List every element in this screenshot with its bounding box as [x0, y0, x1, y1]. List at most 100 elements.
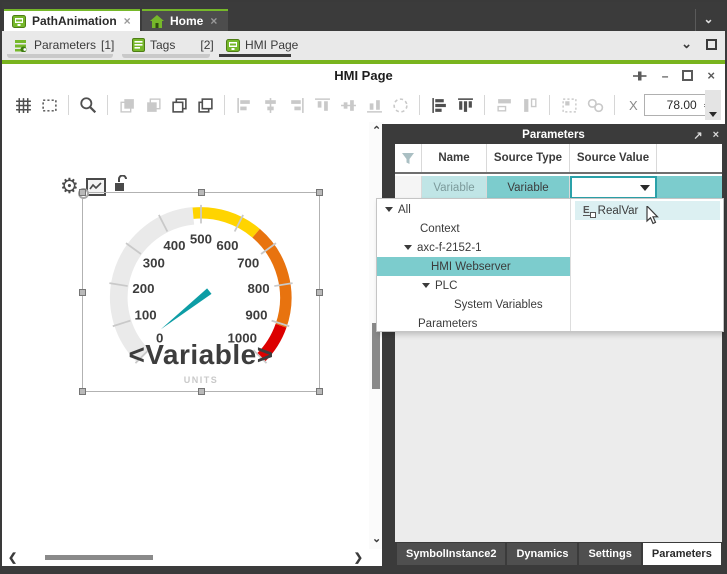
- tab-badge: [1]: [101, 38, 114, 52]
- tab-label: Parameters: [34, 38, 96, 52]
- table-row[interactable]: Variable Variable: [395, 176, 722, 199]
- align-center-icon[interactable]: [258, 93, 282, 117]
- horizontal-scroll-thumb[interactable]: [45, 555, 153, 560]
- context-tree: All Context axc-f-2152-1 HMI Webserver P…: [377, 199, 571, 331]
- canvas-horizontal-scrollbar[interactable]: ❮ ❯: [2, 549, 369, 566]
- cell-empty[interactable]: [657, 176, 722, 199]
- hmi-page-icon: [226, 39, 240, 52]
- tree-item-axc-f-2152-1[interactable]: axc-f-2152-1: [377, 238, 570, 257]
- tab-parameters-bottom[interactable]: Parameters: [643, 543, 721, 565]
- tree-item-system-variables[interactable]: System Variables: [377, 295, 570, 314]
- selection-area-icon[interactable]: [37, 93, 61, 117]
- tab-settings[interactable]: Settings: [579, 543, 640, 565]
- rotate-icon[interactable]: [388, 93, 412, 117]
- distribute-vertical-icon[interactable]: [453, 93, 477, 117]
- tab-pathanimation[interactable]: PathAnimation ×: [4, 9, 140, 31]
- close-icon[interactable]: ×: [209, 14, 218, 28]
- tab-dynamics[interactable]: Dynamics: [507, 543, 577, 565]
- close-panel-icon[interactable]: ×: [713, 129, 719, 141]
- column-header-source-type[interactable]: Source Type: [487, 144, 570, 172]
- tab-label: Tags: [150, 38, 175, 52]
- tab-overflow-chevron-icon[interactable]: ⌄: [695, 9, 721, 31]
- page-title: HMI Page: [2, 68, 725, 83]
- variable-name: RealVar: [598, 205, 639, 217]
- undock-panel-icon[interactable]: ↗: [693, 129, 702, 142]
- tree-item-parameters[interactable]: Parameters: [377, 314, 570, 333]
- scroll-left-icon[interactable]: ❮: [8, 551, 17, 564]
- filter-funnel-icon[interactable]: [395, 144, 422, 172]
- minimize-icon[interactable]: –: [662, 69, 669, 83]
- svg-text:300: 300: [143, 256, 165, 271]
- zoom-tool-icon[interactable]: [76, 93, 100, 117]
- maximize-editor-icon[interactable]: [706, 39, 717, 50]
- column-header-source-value[interactable]: Source Value: [570, 144, 657, 172]
- editor-toolbar: X 78.00: [2, 88, 725, 122]
- same-width-icon[interactable]: [492, 93, 516, 117]
- cell-source-type[interactable]: Variable: [487, 176, 570, 199]
- scroll-right-icon[interactable]: ❯: [354, 551, 363, 564]
- send-to-back-icon[interactable]: [141, 93, 165, 117]
- tree-item-hmi-webserver[interactable]: HMI Webserver: [377, 257, 570, 276]
- link-icon[interactable]: [583, 93, 607, 117]
- close-window-icon[interactable]: ×: [707, 68, 715, 83]
- scroll-up-icon[interactable]: ⌃: [372, 124, 381, 137]
- align-left-icon[interactable]: [232, 93, 256, 117]
- send-backward-icon[interactable]: [193, 93, 217, 117]
- table-header-row: Name Source Type Source Value: [395, 144, 722, 174]
- resize-handle-nw[interactable]: [79, 189, 86, 196]
- close-icon[interactable]: ×: [123, 14, 132, 28]
- editor-overflow-chevron-icon[interactable]: ⌄: [681, 36, 692, 52]
- gauge-widget[interactable]: 0 100 200 300 400 500 600 700 800 900 10…: [82, 192, 320, 392]
- panel-bottom-tabs: SymbolInstance2 Dynamics Settings Parame…: [382, 542, 725, 566]
- bring-forward-icon[interactable]: [167, 93, 191, 117]
- toolbar-overflow-chevron-icon[interactable]: [709, 112, 717, 117]
- same-height-icon[interactable]: [518, 93, 542, 117]
- tree-item-plc[interactable]: PLC: [377, 276, 570, 295]
- tree-item-context[interactable]: Context: [377, 219, 570, 238]
- tab-parameters-editor[interactable]: Parameters [1]: [8, 34, 120, 56]
- resize-handle-w[interactable]: [79, 289, 86, 296]
- cell-name[interactable]: Variable: [422, 176, 487, 199]
- align-middle-icon[interactable]: [336, 93, 360, 117]
- dropdown-chevron-icon[interactable]: [640, 185, 650, 191]
- tab-indicator: [122, 54, 210, 58]
- editor-title-bar: HMI Page – ×: [2, 64, 725, 88]
- toolbar-overflow-scrollbar[interactable]: [705, 90, 721, 120]
- gauge-variable-label: <Variable>: [83, 339, 319, 371]
- resize-handle-e[interactable]: [316, 289, 323, 296]
- tab-hmi-page[interactable]: HMI Page: [220, 34, 304, 56]
- resize-handle-se[interactable]: [316, 388, 323, 395]
- row-selector-cell[interactable]: [395, 176, 422, 199]
- hmi-canvas[interactable]: ⚙ 0 1: [2, 122, 369, 549]
- zoom-value[interactable]: 78.00: [645, 98, 701, 112]
- tab-tags[interactable]: Tags [2]: [126, 34, 220, 56]
- chevron-down-icon[interactable]: [404, 245, 412, 250]
- hmi-page-icon: [12, 15, 26, 28]
- align-bottom-icon[interactable]: [362, 93, 386, 117]
- gear-icon[interactable]: ⚙: [60, 177, 79, 197]
- resize-handle-sw[interactable]: [79, 388, 86, 395]
- group-icon[interactable]: [557, 93, 581, 117]
- bring-to-front-icon[interactable]: [115, 93, 139, 117]
- grid-icon[interactable]: [11, 93, 35, 117]
- application-window: PathAnimation × Home × ⌄ Parameters [1] …: [0, 0, 727, 574]
- tree-item-all[interactable]: All: [377, 200, 570, 219]
- resize-handle-s[interactable]: [198, 388, 205, 395]
- pin-icon[interactable]: [632, 70, 648, 82]
- align-right-icon[interactable]: [284, 93, 308, 117]
- resize-handle-ne[interactable]: [316, 189, 323, 196]
- home-icon: [150, 15, 164, 28]
- scroll-down-icon[interactable]: ⌄: [372, 532, 381, 545]
- panel-title: Parameters: [382, 126, 725, 144]
- maximize-icon[interactable]: [682, 70, 693, 81]
- chevron-down-icon[interactable]: [422, 283, 430, 288]
- chevron-down-icon[interactable]: [385, 207, 393, 212]
- distribute-horizontal-icon[interactable]: [427, 93, 451, 117]
- source-value-dropdown[interactable]: [570, 176, 657, 199]
- tab-symbolinstance2[interactable]: SymbolInstance2: [397, 543, 505, 565]
- tab-home[interactable]: Home ×: [142, 9, 228, 31]
- tags-icon: [132, 38, 145, 52]
- window-bottom-bar: [2, 566, 725, 572]
- column-header-name[interactable]: Name: [422, 144, 487, 172]
- align-top-icon[interactable]: [310, 93, 334, 117]
